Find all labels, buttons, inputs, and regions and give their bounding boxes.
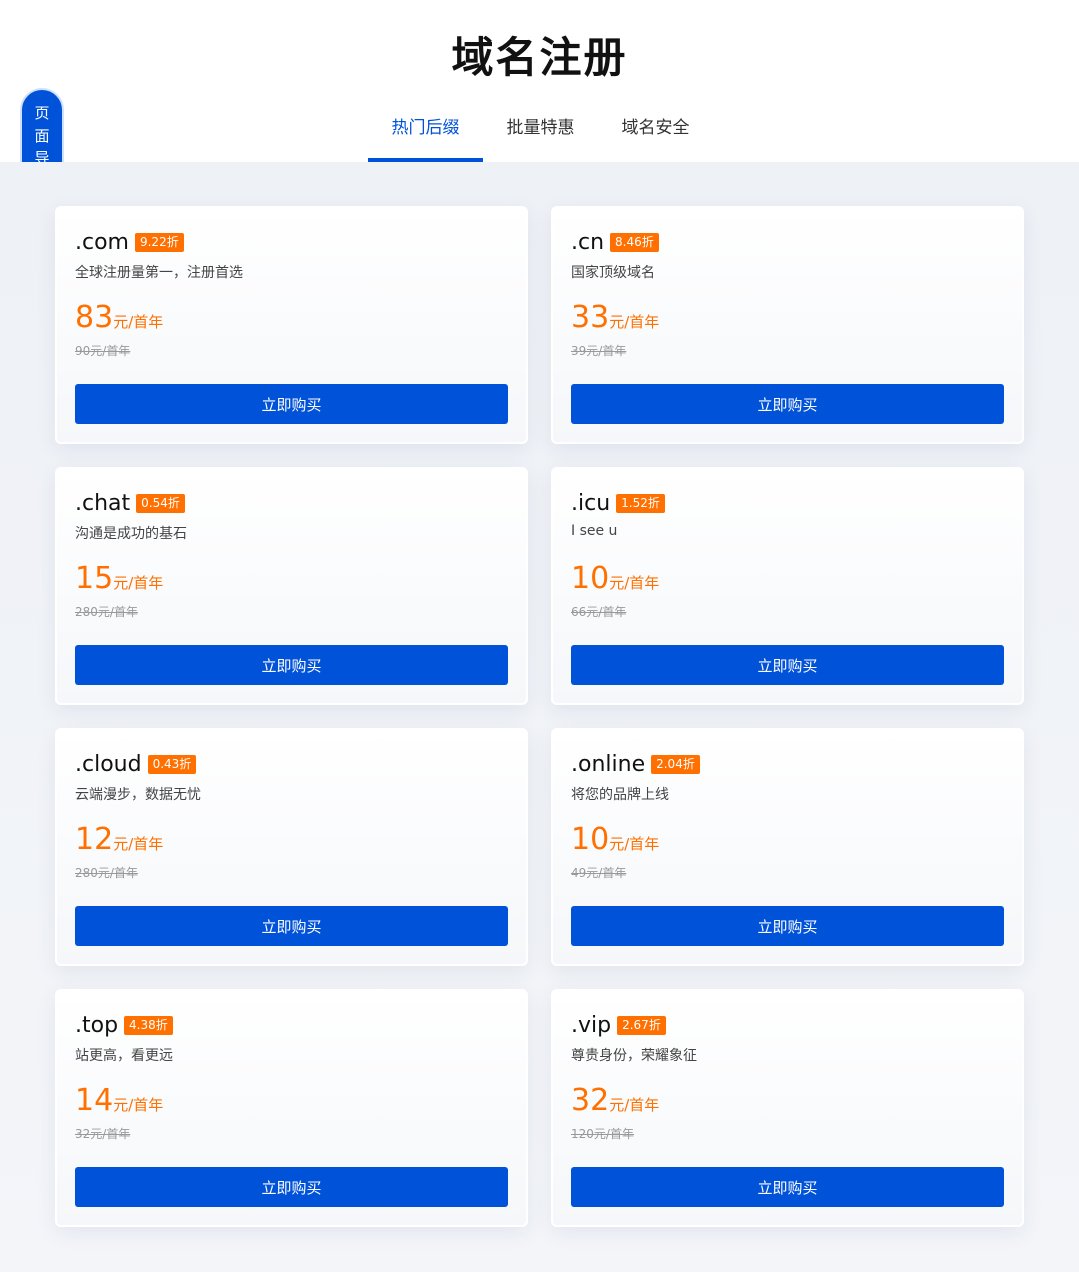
domain-description: 尊贵身份，荣耀象征 bbox=[571, 1048, 697, 1064]
original-price: 39元/首年 bbox=[571, 344, 627, 358]
domain-suffix: .top bbox=[75, 1012, 119, 1038]
buy-now-button[interactable]: 立即购买 bbox=[75, 384, 508, 424]
original-price: 280元/首年 bbox=[75, 866, 138, 880]
domain-description: 将您的品牌上线 bbox=[571, 787, 669, 803]
original-price: 66元/首年 bbox=[571, 605, 627, 619]
price-row: 10 元/首年 bbox=[571, 822, 1004, 858]
discount-badge: 9.22折 bbox=[134, 232, 184, 252]
buy-now-button[interactable]: 立即购买 bbox=[571, 384, 1004, 424]
domain-card-cloud: .cloud 0.43折 云端漫步，数据无忧 12 元/首年 280元/首年 立即购… bbox=[55, 728, 528, 966]
domain-card-cn: .cn 8.46折 国家顶级域名 33 元/首年 39元/首年 立即购买 bbox=[551, 206, 1024, 444]
domain-description: I see u bbox=[571, 523, 618, 539]
price-row: 83 元/首年 bbox=[75, 300, 508, 336]
price-unit: 元/首年 bbox=[609, 1096, 660, 1114]
domain-suffix: .com bbox=[75, 229, 129, 255]
domain-suffix: .online bbox=[571, 751, 646, 777]
price-unit: 元/首年 bbox=[609, 313, 660, 331]
price-value: 15 bbox=[75, 561, 114, 596]
domain-suffix: .chat bbox=[75, 490, 131, 516]
price-row: 12 元/首年 bbox=[75, 822, 508, 858]
original-price: 90元/首年 bbox=[75, 344, 131, 358]
price-unit: 元/首年 bbox=[113, 574, 164, 592]
domain-description: 云端漫步，数据无忧 bbox=[75, 787, 201, 803]
domain-description: 国家顶级域名 bbox=[571, 265, 655, 281]
original-price: 32元/首年 bbox=[75, 1127, 131, 1141]
discount-badge: 2.04折 bbox=[651, 754, 700, 774]
price-value: 32 bbox=[571, 1083, 610, 1118]
discount-badge: 0.54折 bbox=[136, 493, 185, 513]
domain-card-online: .online 2.04折 将您的品牌上线 10 元/首年 49元/首年 立即购买 bbox=[551, 728, 1024, 966]
domain-suffix: .icu bbox=[571, 490, 611, 516]
price-value: 83 bbox=[75, 300, 114, 335]
discount-badge: 8.46折 bbox=[610, 232, 659, 252]
price-unit: 元/首年 bbox=[609, 574, 660, 592]
domain-card-vip: .vip 2.67折 尊贵身份，荣耀象征 32 元/首年 120元/首年 立即购买 bbox=[551, 989, 1024, 1227]
domain-suffix: .cloud bbox=[75, 751, 142, 777]
price-value: 33 bbox=[571, 300, 610, 335]
price-row: 14 元/首年 bbox=[75, 1083, 508, 1119]
buy-now-button[interactable]: 立即购买 bbox=[75, 645, 508, 685]
price-row: 33 元/首年 bbox=[571, 300, 1004, 336]
domain-description: 全球注册量第一，注册首选 bbox=[75, 265, 243, 281]
price-unit: 元/首年 bbox=[113, 1096, 164, 1114]
price-value: 10 bbox=[571, 822, 610, 857]
price-unit: 元/首年 bbox=[113, 313, 164, 331]
discount-badge: 4.38折 bbox=[124, 1015, 173, 1035]
discount-badge: 0.43折 bbox=[147, 754, 197, 774]
page-title: 域名注册 bbox=[451, 33, 628, 82]
tab-bulk-deals[interactable]: 批量特惠 bbox=[483, 104, 598, 162]
domain-description: 站更高，看更远 bbox=[75, 1048, 173, 1064]
domain-card-icu: .icu 1.52折 I see u 10 元/首年 66元/首年 立即购买 bbox=[551, 467, 1024, 705]
domain-card-com: .com 9.22折 全球注册量第一，注册首选 83 元/首年 90元/首年 立即购… bbox=[55, 206, 528, 444]
discount-badge: 2.67折 bbox=[617, 1015, 666, 1035]
original-price: 49元/首年 bbox=[571, 866, 627, 880]
tab-bar: 热门后缀 批量特惠 域名安全 bbox=[368, 104, 713, 162]
page-header: 域名注册 热门后缀 批量特惠 域名安全 bbox=[0, 0, 1079, 162]
domain-suffix: .vip bbox=[571, 1012, 612, 1038]
buy-now-button[interactable]: 立即购买 bbox=[75, 906, 508, 946]
domain-card-chat: .chat 0.54折 沟通是成功的基石 15 元/首年 280元/首年 立即购买 bbox=[55, 467, 528, 705]
original-price: 120元/首年 bbox=[571, 1127, 634, 1141]
domain-suffix: .cn bbox=[571, 229, 605, 255]
tab-domain-security[interactable]: 域名安全 bbox=[598, 104, 713, 162]
buy-now-button[interactable]: 立即购买 bbox=[571, 645, 1004, 685]
buy-now-button[interactable]: 立即购买 bbox=[75, 1167, 508, 1207]
price-row: 10 元/首年 bbox=[571, 561, 1004, 597]
domain-description: 沟通是成功的基石 bbox=[75, 526, 187, 542]
discount-badge: 1.52折 bbox=[616, 493, 665, 513]
original-price: 280元/首年 bbox=[75, 605, 138, 619]
price-value: 14 bbox=[75, 1083, 114, 1118]
price-value: 10 bbox=[571, 561, 610, 596]
domain-card-top: .top 4.38折 站更高，看更远 14 元/首年 32元/首年 立即购买 bbox=[55, 989, 528, 1227]
buy-now-button[interactable]: 立即购买 bbox=[571, 906, 1004, 946]
price-unit: 元/首年 bbox=[609, 835, 660, 853]
price-row: 32 元/首年 bbox=[571, 1083, 1004, 1119]
domain-card-grid: .com 9.22折 全球注册量第一，注册首选 83 元/首年 90元/首年 立即购… bbox=[0, 162, 1079, 1272]
price-unit: 元/首年 bbox=[113, 835, 164, 853]
tab-hot-suffix[interactable]: 热门后缀 bbox=[368, 104, 483, 162]
price-value: 12 bbox=[75, 822, 114, 857]
price-row: 15 元/首年 bbox=[75, 561, 508, 597]
buy-now-button[interactable]: 立即购买 bbox=[571, 1167, 1004, 1207]
